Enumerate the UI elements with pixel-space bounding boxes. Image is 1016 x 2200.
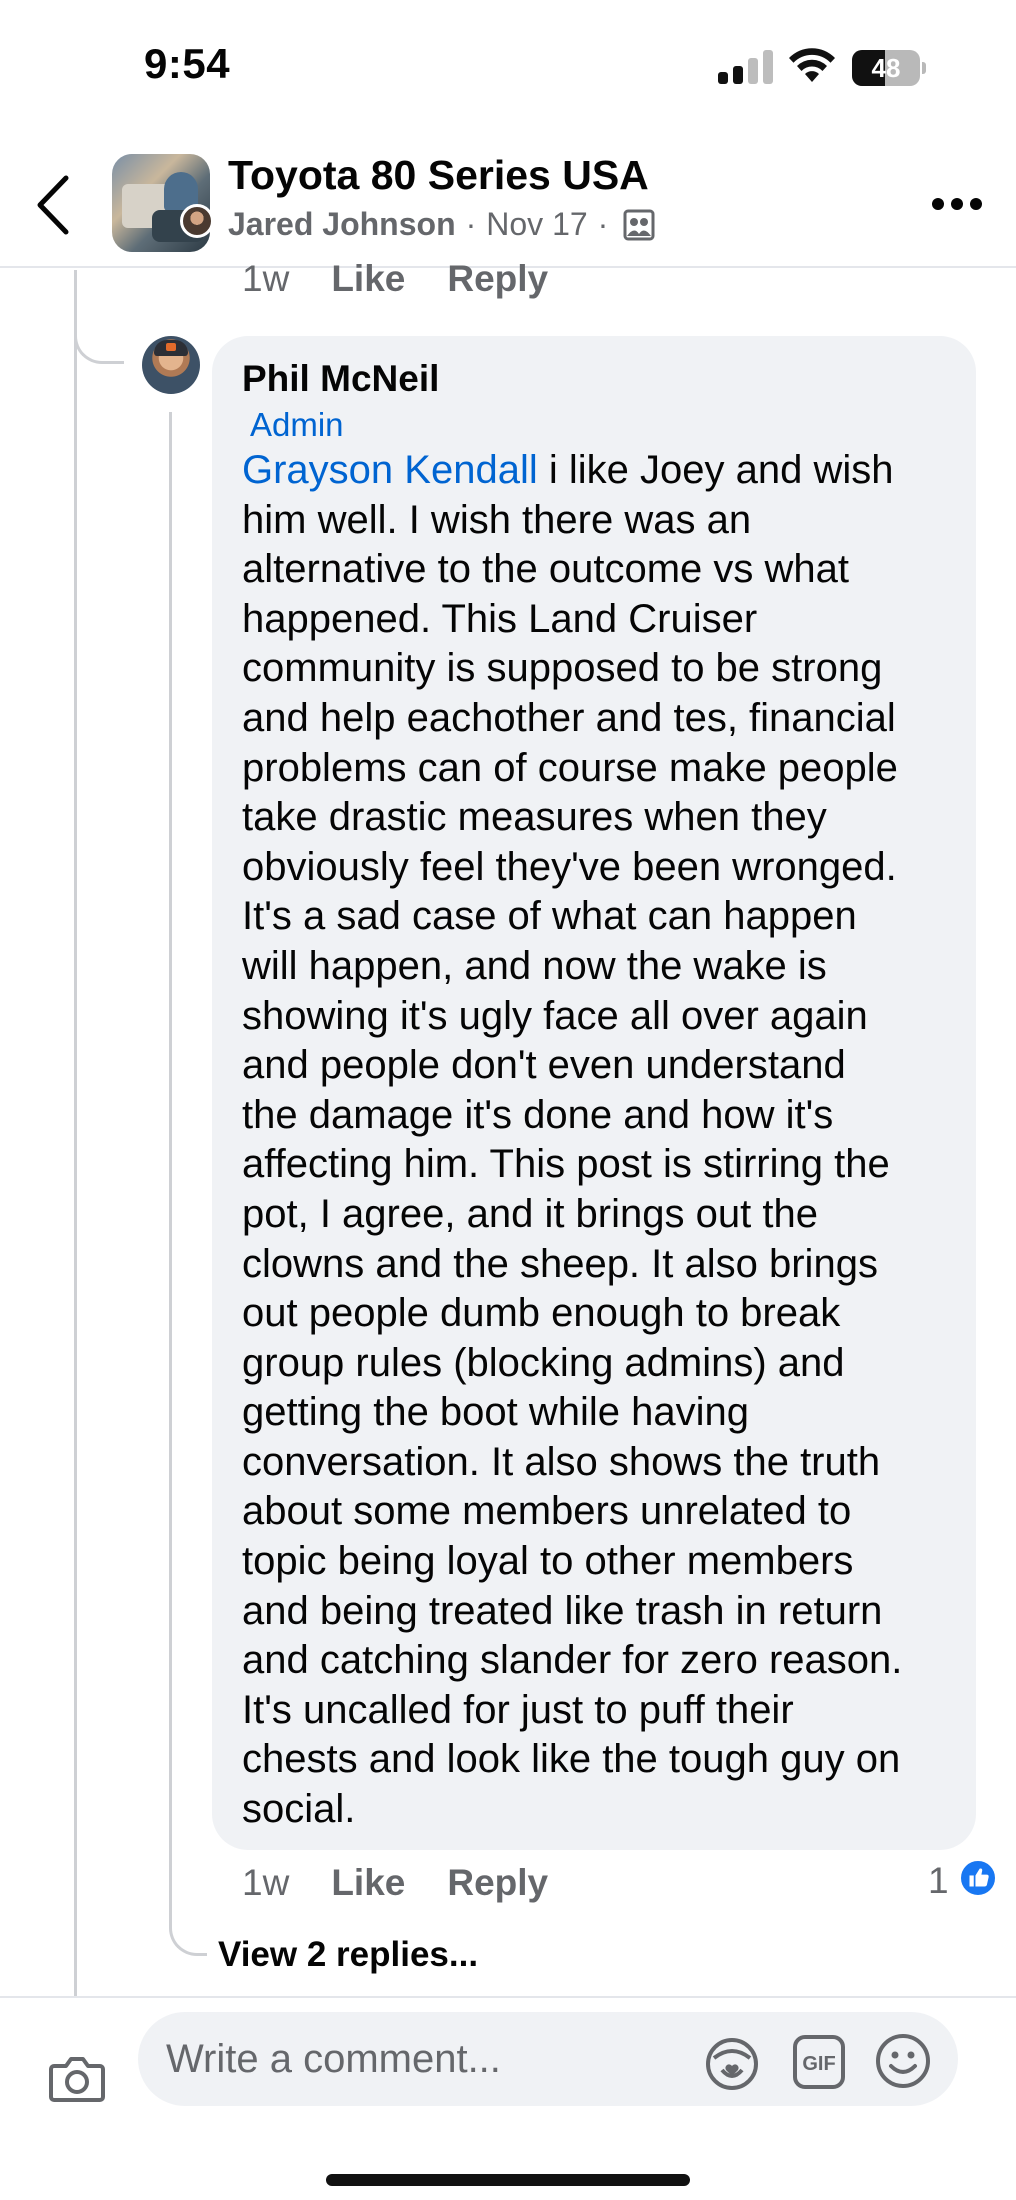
comment-line: affecting him. This post is stirring the [242, 1142, 890, 1187]
comment-line: obviously feel they've been wronged. [242, 844, 897, 889]
battery-level: 48 [871, 53, 901, 83]
comment-line: will happen, and now the wake is [242, 943, 827, 988]
thread-connector [74, 300, 124, 364]
wifi-icon [789, 48, 835, 82]
thread-line [74, 270, 77, 1996]
emoji-icon[interactable] [874, 2032, 932, 2090]
group-privacy-icon [623, 209, 655, 240]
meta-separator: · [465, 206, 477, 242]
reply-thread-connector [169, 1900, 207, 1956]
status-bar: 9:54 48 [0, 0, 1016, 140]
reply-thread-line [169, 412, 172, 1912]
comment-line: It's uncalled for just to puff their [242, 1687, 794, 1732]
comment-author[interactable]: Phil McNeil [242, 358, 439, 400]
comment-line: conversation. It also shows the truth [242, 1439, 881, 1484]
like-button[interactable]: Like [331, 258, 405, 300]
comment-time: 1w [242, 258, 290, 299]
comment-line: out people dumb enough to break [242, 1291, 841, 1336]
comment-line: problems can of course make people [242, 745, 898, 790]
post-meta: Jared Johnson · Nov 17 · [228, 206, 656, 243]
comment-line: him well. I wish there was an [242, 497, 752, 542]
comment-actions: 1w Like Reply [242, 1862, 590, 1904]
more-options-icon[interactable] [932, 198, 982, 212]
camera-icon[interactable] [48, 2054, 106, 2104]
comment-line: showing it's ugly face all over again [242, 993, 868, 1038]
post-date[interactable]: Nov 17 [486, 206, 587, 243]
admin-badge: Admin [250, 406, 344, 443]
status-time: 9:54 [144, 40, 231, 87]
comment-line: chests and look like the tough guy on [242, 1737, 901, 1782]
comment-composer: GIF [0, 1996, 1016, 2200]
previous-comment-actions: 1w Like Reply [242, 258, 590, 300]
reaction-count[interactable]: 1 [928, 1860, 949, 1902]
comment-text: Grayson Kendall i like Joey and wish him… [242, 446, 958, 1835]
comment-line: happened. This Land Cruiser [242, 596, 758, 641]
comment-line: alternative to the outcome vs what [242, 547, 849, 592]
comment-line: community is supposed to be strong [242, 646, 883, 691]
post-author[interactable]: Jared Johnson [228, 206, 456, 243]
like-button[interactable]: Like [331, 1862, 405, 1904]
author-avatar [180, 204, 214, 238]
post-header: Toyota 80 Series USA Jared Johnson · Nov… [0, 140, 1016, 268]
comment-line: social. [242, 1787, 356, 1832]
meta-separator: · [597, 206, 609, 242]
comment-line: Grayson Kendall i like Joey and wish [242, 448, 894, 492]
gif-icon[interactable]: GIF [792, 2034, 846, 2090]
avatar-sticker-icon[interactable] [704, 2036, 760, 2092]
comment-line: and being treated like trash in return [242, 1588, 883, 1633]
home-indicator [326, 2174, 690, 2186]
comment-line: pot, I agree, and it brings out the [242, 1191, 818, 1236]
view-replies-link[interactable]: View 2 replies... [218, 1935, 478, 1975]
comment-line: topic being loyal to other members [242, 1539, 854, 1584]
reply-button[interactable]: Reply [447, 1862, 548, 1904]
reply-button[interactable]: Reply [447, 258, 548, 300]
comment-time: 1w [242, 1862, 290, 1903]
chevron-left-icon[interactable] [34, 174, 74, 236]
comment-line: It's a sad case of what can happen [242, 894, 857, 939]
comment-line: and help eachother and tes, financial [242, 695, 896, 740]
comment-line: and people don't even understand [242, 1043, 846, 1088]
cellular-signal-icon [718, 50, 774, 84]
comment-bubble: Phil McNeil Admin Grayson Kendall i like… [212, 336, 976, 1850]
comment-line: take drastic measures when they [242, 795, 827, 840]
svg-text:GIF: GIF [802, 2053, 835, 2075]
comment-line: group rules (blocking admins) and [242, 1340, 845, 1385]
group-name[interactable]: Toyota 80 Series USA [228, 152, 649, 199]
commenter-avatar[interactable] [142, 336, 200, 394]
comment-line: clowns and the sheep. It also brings [242, 1241, 878, 1286]
comment-line: the damage it's done and how it's [242, 1092, 834, 1137]
mention-link[interactable]: Grayson Kendall [242, 448, 538, 492]
thumbs-up-icon[interactable] [958, 1858, 998, 1898]
comment-line: getting the boot while having [242, 1390, 750, 1435]
comment-line: and catching slander for zero reason. [242, 1638, 903, 1683]
battery-icon: 48 [852, 50, 926, 86]
comment-line: about some members unrelated to [242, 1489, 852, 1534]
